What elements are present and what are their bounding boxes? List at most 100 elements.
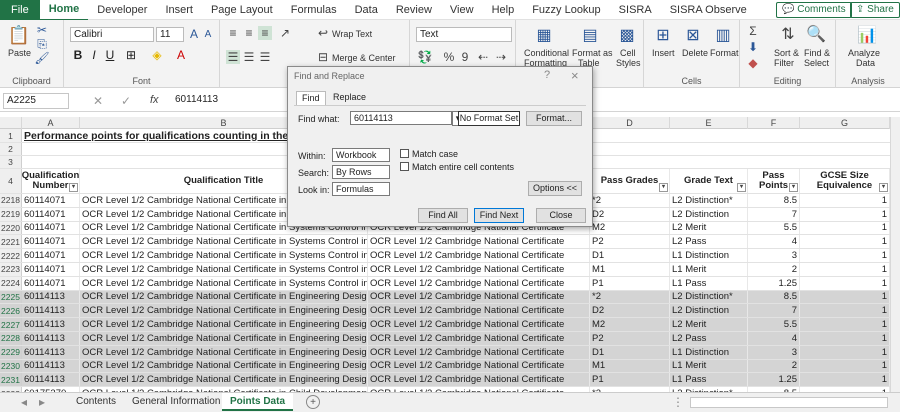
cell-d[interactable]: *2 (590, 290, 670, 304)
merge-center-label[interactable]: Merge & Center (332, 53, 396, 63)
match-entire-checkbox[interactable] (400, 162, 409, 171)
sheet-tab-contents[interactable]: Contents (68, 393, 124, 411)
fx-icon[interactable]: fx (150, 94, 159, 106)
prev-sheet-icon[interactable]: ◂ (18, 395, 30, 409)
cell-a[interactable]: 60114071 (22, 194, 80, 207)
cell-a[interactable]: 60114071 (22, 235, 80, 249)
header-pass-points[interactable]: Pass Points ▾ (748, 169, 800, 193)
cell-g[interactable]: 1 (800, 359, 890, 373)
cell-e[interactable]: L2 Pass (670, 332, 748, 345)
cell-g[interactable]: 1 (800, 249, 890, 262)
tab-developer[interactable]: Developer (88, 0, 156, 20)
row-number[interactable]: 2218 (0, 194, 22, 207)
cell-g[interactable]: 1 (800, 276, 890, 290)
cell-b[interactable]: OCR Level 1/2 Cambridge National Certifi… (80, 373, 368, 387)
filter-dropdown-icon[interactable]: ▾ (659, 183, 668, 192)
insert-cells-icon[interactable]: ⊞ (652, 24, 674, 46)
row-number[interactable]: 2231 (0, 373, 22, 387)
format-painter-icon[interactable]: 🖌 (34, 51, 49, 65)
column-header-e[interactable]: E (670, 117, 748, 129)
currency-icon[interactable]: 💱 (418, 50, 433, 64)
format-button[interactable]: Format... (526, 111, 582, 126)
options-button[interactable]: Options << (528, 181, 582, 196)
cell-f[interactable]: 7 (748, 207, 800, 221)
data-label[interactable]: Data (856, 58, 875, 68)
tab-fuzzy-lookup[interactable]: Fuzzy Lookup (523, 0, 609, 20)
increase-font-icon[interactable]: A (188, 27, 200, 41)
sheet-tab-general-information[interactable]: General Information (124, 393, 228, 411)
column-header-f[interactable]: F (748, 117, 800, 129)
insert-label[interactable]: Insert (652, 48, 675, 58)
top-align-icon[interactable]: ≡ (226, 26, 240, 40)
cell-a[interactable]: 60114113 (22, 290, 80, 304)
look-in-select[interactable]: Formulas (332, 182, 390, 196)
row-number[interactable]: 2223 (0, 263, 22, 276)
cell-b[interactable]: OCR Level 1/2 Cambridge National Certifi… (80, 304, 368, 318)
cell-f[interactable]: 7 (748, 304, 800, 318)
tab-view[interactable]: View (441, 0, 483, 20)
match-case-checkbox[interactable] (400, 149, 409, 158)
row-number[interactable]: 2224 (0, 276, 22, 290)
number-format-select[interactable]: Text (416, 27, 512, 42)
next-sheet-icon[interactable]: ▸ (36, 395, 48, 409)
cell-d[interactable]: D2 (590, 304, 670, 318)
cell-e[interactable]: L2 Merit (670, 221, 748, 235)
cell-c[interactable]: OCR Level 1/2 Cambridge National Certifi… (368, 235, 590, 249)
tab-replace[interactable]: Replace (328, 91, 371, 105)
cell-d[interactable]: *2 (590, 194, 670, 207)
cell-d[interactable]: M2 (590, 318, 670, 331)
find-what-input[interactable]: 60114113 (350, 111, 452, 125)
cell-d[interactable]: P1 (590, 373, 670, 387)
filter-dropdown-icon[interactable]: ▾ (69, 183, 78, 192)
share-button[interactable]: ⇪ Share (850, 2, 900, 18)
header-qualification-number[interactable]: Qualification Number ▾ (22, 169, 80, 193)
cell-f[interactable]: 5.5 (748, 318, 800, 331)
horizontal-scrollbar[interactable] (690, 397, 888, 408)
cell-c[interactable]: OCR Level 1/2 Cambridge National Certifi… (368, 373, 590, 387)
borders-icon[interactable]: ⊞ (124, 48, 138, 62)
clear-icon[interactable]: ◆ (746, 56, 760, 70)
cell-f[interactable]: 2 (748, 359, 800, 373)
comments-button[interactable]: 💬 Comments (776, 2, 852, 18)
column-header-d[interactable]: D (590, 117, 670, 129)
row-number[interactable]: 3 (0, 156, 22, 168)
font-size-select[interactable]: 11 (156, 27, 184, 42)
cell-g[interactable]: 1 (800, 304, 890, 318)
cell-d[interactable]: P1 (590, 276, 670, 290)
cell-f[interactable]: 5.5 (748, 221, 800, 235)
conditional-label[interactable]: Conditional (524, 48, 569, 58)
filter-dropdown-icon[interactable]: ▾ (879, 183, 888, 192)
fill-color-icon[interactable]: ◈ (150, 48, 164, 62)
merge-center-icon[interactable]: ⊟ (316, 50, 330, 64)
cell-d[interactable]: D2 (590, 207, 670, 221)
paste-icon[interactable]: 📋 (8, 24, 30, 46)
cell-a[interactable]: 60114071 (22, 276, 80, 290)
decrease-decimal-icon[interactable]: ⇢ (494, 50, 508, 64)
cell-e[interactable]: L2 Distinction* (670, 290, 748, 304)
help-icon[interactable]: ? (544, 69, 550, 81)
row-number[interactable]: 2219 (0, 207, 22, 221)
tab-help[interactable]: Help (483, 0, 524, 20)
cell-b[interactable]: OCR Level 1/2 Cambridge National Certifi… (80, 290, 368, 304)
tab-sisra-observe[interactable]: SISRA Observe (661, 0, 756, 20)
middle-align-icon[interactable]: ≡ (242, 26, 256, 40)
sort-filter-icon[interactable]: ⇅ (778, 24, 798, 44)
format-label[interactable]: Format (710, 48, 739, 58)
cell-a[interactable]: 60114113 (22, 332, 80, 345)
format-as-table-icon[interactable]: ▤ (578, 24, 602, 46)
cell-b[interactable]: OCR Level 1/2 Cambridge National Certifi… (80, 235, 368, 249)
comma-icon[interactable]: 9 (458, 50, 472, 64)
sort-label[interactable]: Sort & (774, 48, 799, 58)
fill-icon[interactable]: ⬇ (746, 40, 760, 54)
cell-d[interactable]: M2 (590, 221, 670, 235)
cell-f[interactable]: 2 (748, 263, 800, 276)
decrease-font-icon[interactable]: A (202, 27, 214, 41)
cell-f[interactable]: 4 (748, 332, 800, 345)
italic-icon[interactable]: I (88, 48, 100, 62)
orientation-icon[interactable]: ↗ (278, 26, 292, 40)
cell-a[interactable]: 60114071 (22, 249, 80, 262)
cell-b[interactable]: OCR Level 1/2 Cambridge National Certifi… (80, 276, 368, 290)
tab-sisra[interactable]: SISRA (610, 0, 661, 20)
cell-d[interactable]: P2 (590, 235, 670, 249)
row-number[interactable]: 2221 (0, 235, 22, 249)
